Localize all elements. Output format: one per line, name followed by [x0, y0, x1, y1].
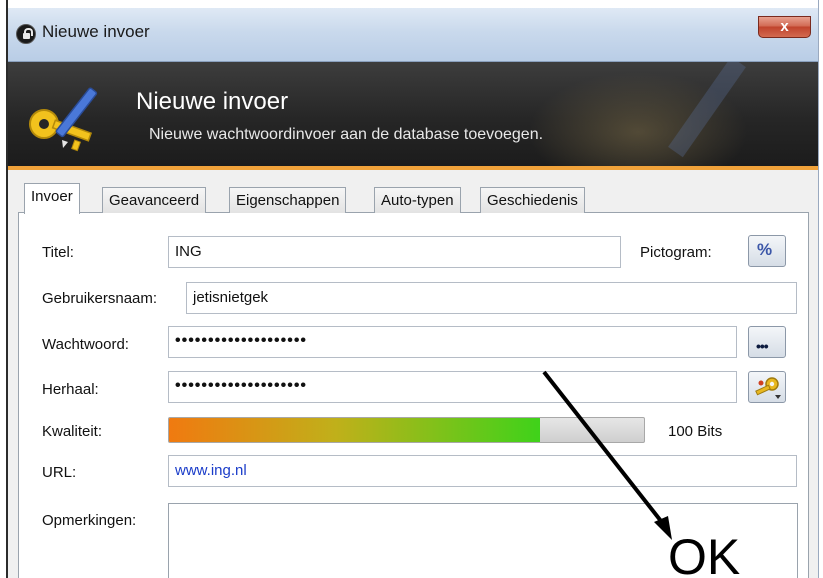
- icon-picker-button[interactable]: %: [748, 235, 786, 267]
- annotation-ok-text: OK: [668, 529, 741, 578]
- tab-geavanceerd[interactable]: Geavanceerd: [102, 187, 207, 213]
- banner-title: Nieuwe invoer: [136, 88, 289, 115]
- url-label: URL:: [42, 464, 77, 481]
- lock-icon: [16, 24, 36, 44]
- url-input[interactable]: www.ing.nl: [168, 455, 797, 487]
- banner-subtitle: Nieuwe wachtwoordinvoer aan de database …: [149, 126, 544, 143]
- password-input[interactable]: ••••••••••••••••••••: [168, 326, 737, 358]
- title-input[interactable]: ING: [168, 236, 621, 268]
- show-password-button[interactable]: •••: [748, 326, 786, 358]
- tab-geschiedenis[interactable]: Geschiedenis: [480, 187, 585, 213]
- window-right-border: [818, 0, 819, 578]
- header-banner: Nieuwe invoer Nieuwe wachtwoordinvoer aa…: [8, 62, 818, 166]
- notes-label: Opmerkingen:: [42, 512, 137, 529]
- quality-label: Kwaliteit:: [42, 423, 103, 440]
- tab-invoer[interactable]: Invoer: [24, 183, 80, 214]
- quality-bar: [168, 417, 645, 443]
- repeat-password-input[interactable]: ••••••••••••••••••••: [168, 371, 737, 403]
- quality-bar-fill: [169, 418, 540, 442]
- key-pen-icon: [29, 87, 98, 152]
- key-gear-icon: [755, 377, 781, 399]
- tab-auto-typen[interactable]: Auto-typen: [374, 187, 461, 213]
- username-input[interactable]: jetisnietgek: [186, 282, 797, 314]
- icon-label: Pictogram:: [640, 244, 712, 261]
- quality-bits-text: 100 Bits: [668, 423, 723, 440]
- username-label: Gebruikersnaam:: [42, 290, 158, 307]
- password-generator-button[interactable]: [748, 371, 786, 403]
- close-button[interactable]: x: [758, 16, 811, 38]
- title-label: Titel:: [42, 244, 74, 261]
- password-label: Wachtwoord:: [42, 336, 129, 353]
- dots-icon: •••: [756, 338, 769, 354]
- title-bar[interactable]: Nieuwe invoer x: [8, 8, 818, 62]
- tab-eigenschappen[interactable]: Eigenschappen: [229, 187, 347, 213]
- repeat-label: Herhaal:: [42, 381, 99, 398]
- window-title: Nieuwe invoer: [42, 22, 150, 41]
- percent-icon: %: [757, 240, 773, 259]
